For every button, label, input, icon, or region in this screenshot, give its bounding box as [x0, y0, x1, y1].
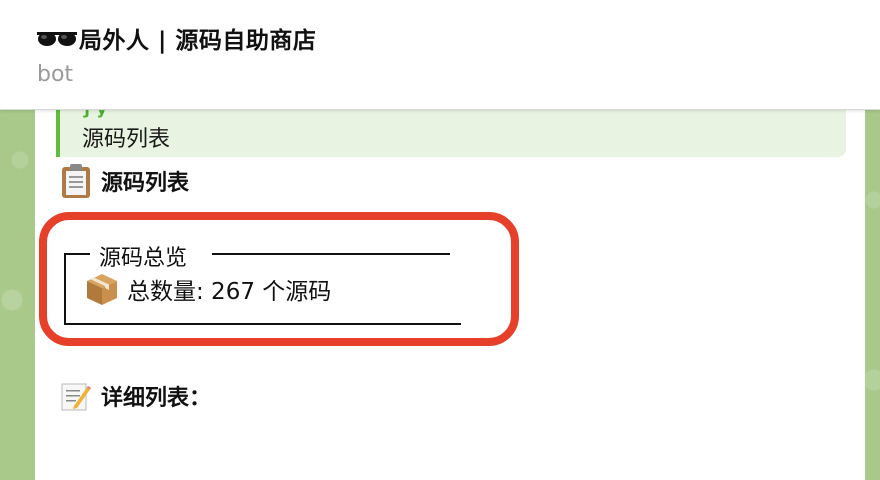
chat-subtitle: bot — [37, 62, 74, 87]
chat-header[interactable]: 局外人 | 源码自助商店 bot — [0, 0, 880, 110]
box-border-top-left — [64, 253, 90, 255]
box-border-left — [64, 253, 66, 325]
chat-title: 局外人 | 源码自助商店 — [79, 28, 317, 54]
total-count-row: 总数量: 267 个源码 — [84, 271, 331, 307]
package-icon — [87, 274, 117, 305]
chat-title-row: 局外人 | 源码自助商店 — [37, 20, 316, 56]
clipboard-icon — [62, 164, 90, 198]
overview-title: 源码总览 — [99, 246, 188, 271]
box-border-top-right — [212, 253, 450, 255]
total-count-text: 总数量: 267 个源码 — [127, 279, 332, 305]
reply-text: 源码列表 — [82, 127, 171, 152]
box-border-bottom — [64, 323, 461, 325]
list-heading: 源码列表 — [101, 171, 190, 196]
memo-icon — [61, 383, 91, 411]
details-heading: 详细列表： — [101, 386, 212, 411]
details-heading-row: 详细列表： — [60, 380, 211, 412]
list-heading-row: 源码列表 — [60, 163, 189, 199]
sunglasses-icon — [37, 32, 77, 46]
